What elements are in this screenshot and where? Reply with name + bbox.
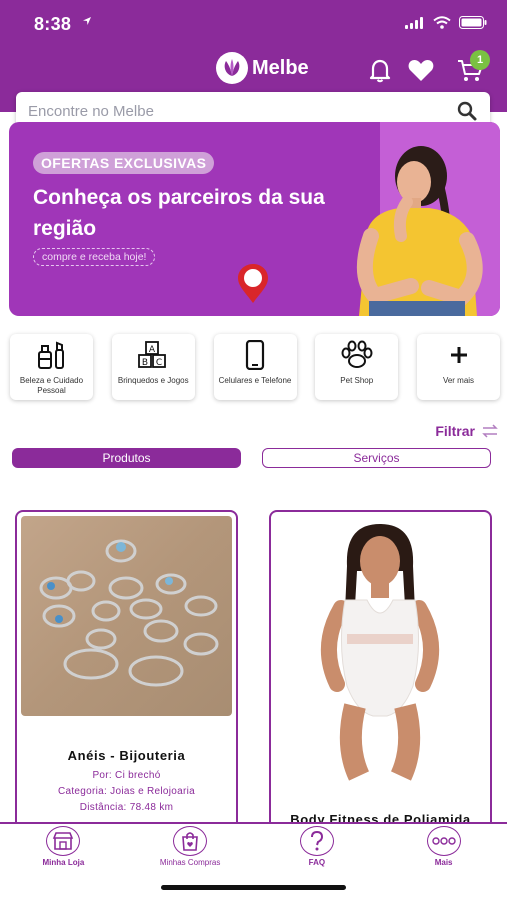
toy-blocks-icon: A B C	[138, 341, 167, 368]
search-input[interactable]	[28, 102, 456, 120]
category-label: Celulares e Telefone	[218, 376, 292, 385]
cat-icon-wrap	[35, 340, 69, 370]
plus-icon	[450, 347, 467, 363]
nav-icon-wrap	[426, 826, 461, 856]
search-icon[interactable]	[456, 100, 478, 122]
shopping-bag-icon	[182, 832, 198, 851]
product-card[interactable]: Body Fitness de Poliamida	[269, 510, 492, 840]
nav-faq[interactable]: FAQ	[254, 824, 381, 868]
nav-mais[interactable]: Mais	[380, 824, 507, 868]
leaf-logo-icon	[216, 52, 248, 84]
status-bar: 8:38	[0, 0, 507, 48]
category-label: Beleza e Cuidado Pessoal	[19, 376, 84, 395]
filter-button[interactable]: Filtrar	[435, 423, 499, 439]
product-category: Categoria: Joias e Relojoaria	[57, 786, 196, 797]
woman-illustration	[356, 146, 483, 316]
model-illustration	[321, 524, 439, 781]
store-icon	[53, 832, 74, 850]
logo-text: Melbe	[252, 56, 309, 79]
category-label: Brinquedos e Jogos	[117, 376, 189, 385]
category-label: Ver mais	[442, 376, 475, 385]
paw-icon	[341, 340, 373, 368]
category-ver-mais[interactable]: Ver mais	[417, 334, 500, 400]
category-row: Beleza e Cuidado Pessoal A B C Brinquedo…	[10, 334, 500, 400]
more-dots-icon	[431, 837, 456, 845]
category-brinquedos[interactable]: A B C Brinquedos e Jogos	[111, 334, 195, 400]
nav-icon-wrap	[173, 826, 208, 856]
question-icon	[310, 830, 323, 851]
melbe-logo[interactable]: Melbe	[216, 52, 309, 84]
nav-icon-wrap	[299, 826, 334, 856]
product-distance: Distância: 78.48 km	[79, 802, 174, 813]
tab-servicos[interactable]: Serviços	[262, 448, 491, 468]
cart-count-badge: 1	[470, 50, 490, 70]
map-pin-icon	[238, 264, 268, 303]
category-beleza[interactable]: Beleza e Cuidado Pessoal	[10, 334, 93, 400]
cat-icon-wrap	[447, 340, 471, 370]
banner-subtitle: compre e receba hoje!	[33, 248, 156, 266]
heart-icon	[408, 60, 434, 81]
product-card[interactable]: Anéis - Bijouteria Por: Ci brechó Catego…	[15, 510, 238, 840]
bell-icon	[369, 59, 391, 83]
battery-icon	[459, 16, 487, 29]
product-image-body	[275, 516, 486, 781]
product-image-rings	[21, 516, 232, 716]
svg-text:B: B	[142, 358, 148, 368]
nav-minhas-compras[interactable]: Minhas Compras	[127, 824, 254, 868]
banner-tag: OFERTAS EXCLUSIVAS	[33, 152, 215, 174]
phone-icon	[245, 340, 265, 370]
favorites-button[interactable]	[407, 56, 435, 84]
category-celulares[interactable]: Celulares e Telefone	[213, 334, 297, 400]
promo-banner[interactable]: OFERTAS EXCLUSIVAS Conheça os parceiros …	[9, 122, 500, 316]
cart-button[interactable]: 1	[456, 50, 490, 84]
cat-icon-wrap: A B C	[136, 340, 170, 370]
rings-illustration	[39, 539, 219, 687]
nav-label: Minha Loja	[42, 858, 85, 867]
filter-label: Filtrar	[435, 423, 475, 439]
status-time: 8:38	[34, 14, 72, 34]
bottom-nav: Minha Loja Minhas Compras FAQ Mais	[0, 822, 507, 868]
swap-arrows-icon	[482, 424, 498, 438]
nav-label: Mais	[434, 858, 453, 867]
cat-icon-wrap	[340, 340, 374, 370]
nav-minha-loja[interactable]: Minha Loja	[0, 824, 127, 868]
nav-icon-wrap	[46, 826, 81, 856]
beauty-icon	[37, 341, 64, 369]
tab-produtos[interactable]: Produtos	[12, 448, 241, 468]
category-petshop[interactable]: Pet Shop	[315, 334, 399, 400]
home-indicator	[161, 885, 346, 890]
notifications-button[interactable]	[366, 56, 394, 84]
cat-icon-wrap	[243, 340, 267, 370]
status-icons	[405, 16, 487, 29]
banner-title: Conheça os parceiros da sua região	[33, 186, 325, 240]
location-arrow-icon	[83, 17, 91, 25]
wifi-icon	[433, 16, 451, 29]
category-label: Pet Shop	[340, 376, 374, 385]
svg-text:A: A	[149, 345, 156, 355]
product-seller: Por: Ci brechó	[92, 770, 161, 781]
svg-text:C: C	[156, 358, 162, 368]
nav-label: Minhas Compras	[159, 858, 221, 867]
product-title: Anéis - Bijouteria	[67, 748, 186, 763]
signal-icon	[405, 16, 423, 29]
nav-label: FAQ	[308, 858, 326, 867]
